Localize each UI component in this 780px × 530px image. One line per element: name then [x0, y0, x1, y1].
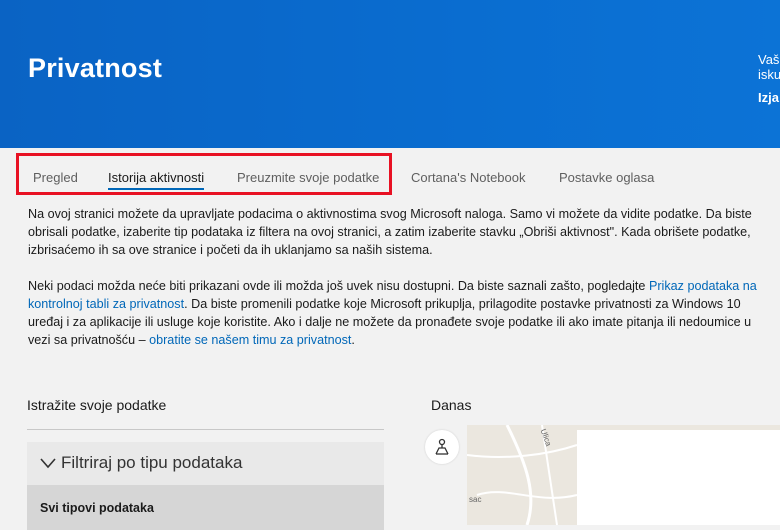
- tab-ad-settings[interactable]: Postavke oglasa: [559, 170, 654, 185]
- page-header: Privatnost Vaš isku Izja: [0, 0, 780, 148]
- tab-download-data[interactable]: Preuzmite svoje podatke: [237, 170, 379, 185]
- filter-label: Filtriraj po tipu podataka: [61, 453, 243, 472]
- explore-divider: [27, 429, 384, 430]
- explore-title: Istražite svoje podatke: [27, 397, 167, 413]
- map-pin-icon: [435, 438, 449, 455]
- chevron-down-icon: [40, 458, 56, 469]
- privacy-statement-link[interactable]: Izja: [758, 90, 780, 105]
- contact-privacy-team-link[interactable]: obratite se našem timu za privatnost: [149, 333, 351, 347]
- today-title: Danas: [431, 397, 472, 413]
- filter-option-all-types[interactable]: Svi tipovi podataka: [27, 485, 384, 530]
- map-label-place: sac: [469, 495, 482, 504]
- tab-overview[interactable]: Pregled: [33, 170, 78, 185]
- filter-by-type-dropdown[interactable]: Filtriraj po tipu podataka: [27, 442, 384, 485]
- header-side-text: Vaš isku Izja: [758, 52, 780, 105]
- tab-cortana-notebook[interactable]: Cortana's Notebook: [411, 170, 526, 185]
- page-title: Privatnost: [28, 53, 163, 83]
- map-overlay-panel: [577, 430, 780, 525]
- tab-bar: Pregled Istorija aktivnosti Preuzmite sv…: [0, 148, 780, 200]
- info-paragraph: Neki podaci možda neće biti prikazani ov…: [28, 279, 757, 347]
- location-pin-button[interactable]: [425, 430, 459, 464]
- tab-activity-history[interactable]: Istorija aktivnosti: [108, 170, 205, 190]
- intro-paragraph: Na ovoj stranici možete da upravljate po…: [28, 207, 752, 257]
